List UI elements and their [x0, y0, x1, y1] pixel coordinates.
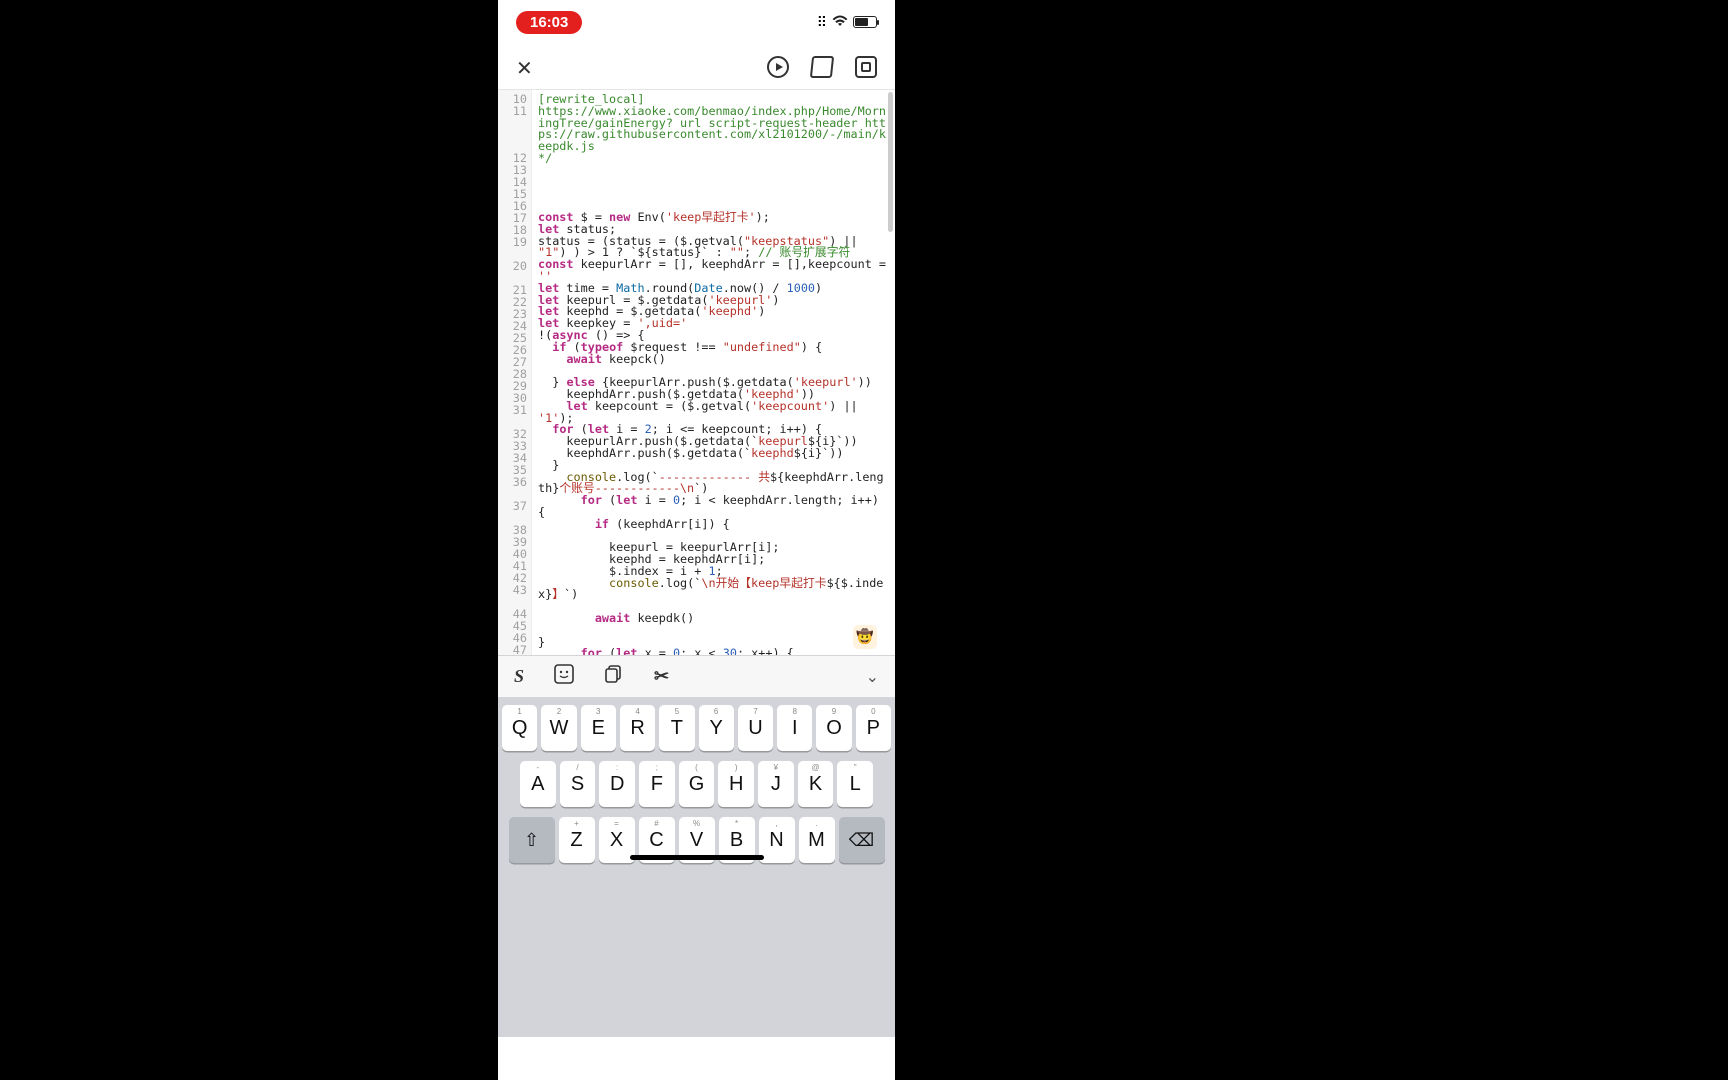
- format-icon[interactable]: [855, 56, 877, 78]
- key-a[interactable]: -A: [520, 761, 556, 807]
- key-j[interactable]: ¥J: [758, 761, 794, 807]
- code-line[interactable]: [538, 625, 889, 637]
- code-line[interactable]: https://www.xiaoke.com/benmao/index.php/…: [538, 106, 889, 153]
- key-h[interactable]: )H: [718, 761, 754, 807]
- code-line[interactable]: for (let i = 0; i < keephdArr.length; i+…: [538, 495, 889, 519]
- line-number: 11: [498, 106, 527, 153]
- line-number: 47: [498, 645, 527, 655]
- input-method-icon[interactable]: S: [514, 666, 524, 687]
- cellular-icon: ⠿: [817, 14, 827, 31]
- clock-pill: 16:03: [516, 11, 582, 34]
- backspace-icon: [849, 829, 874, 852]
- code-line[interactable]: for (let x = 0; x < 30; x++) {: [538, 648, 889, 655]
- code-line[interactable]: await keepdk(): [538, 613, 889, 625]
- key-y[interactable]: 6Y: [699, 705, 734, 751]
- run-icon[interactable]: [767, 56, 789, 78]
- code-line[interactable]: await keepck(): [538, 354, 889, 366]
- home-indicator[interactable]: [630, 855, 764, 860]
- key-f[interactable]: ;F: [639, 761, 675, 807]
- emoji-picker-icon[interactable]: [554, 664, 574, 689]
- code-line[interactable]: let keepcount = ($.getval('keepcount') |…: [538, 401, 889, 425]
- key-i[interactable]: 8I: [777, 705, 812, 751]
- key-q[interactable]: 1Q: [502, 705, 537, 751]
- key-s[interactable]: /S: [560, 761, 596, 807]
- key-d[interactable]: :D: [599, 761, 635, 807]
- code-line[interactable]: [538, 165, 889, 177]
- key-o[interactable]: 9O: [816, 705, 851, 751]
- code-line[interactable]: */: [538, 153, 889, 165]
- keyboard: 1Q2W3E4R5T6Y7U8I9O0P -A/S:D;F(G)H¥J@K"L …: [498, 697, 895, 1037]
- key-k[interactable]: @K: [798, 761, 834, 807]
- line-number: 31: [498, 405, 527, 429]
- code-line[interactable]: [538, 188, 889, 200]
- battery-icon: [853, 16, 877, 28]
- editor-toolbar: [498, 44, 895, 90]
- line-number: 20: [498, 261, 527, 285]
- key-n[interactable]: ,N: [759, 817, 795, 863]
- backspace-key[interactable]: [839, 817, 885, 863]
- key-l[interactable]: "L: [837, 761, 873, 807]
- scissors-icon[interactable]: ✂: [654, 666, 669, 687]
- phone-frame: 16:03 ⠿ 10111213141516171819202122232425…: [498, 0, 895, 1080]
- shift-key[interactable]: [509, 817, 555, 863]
- line-number: 43: [498, 585, 527, 609]
- key-t[interactable]: 5T: [659, 705, 694, 751]
- code-line[interactable]: keephdArr.push($.getdata(`keephd${i}`)): [538, 448, 889, 460]
- code-line[interactable]: const keepurlArr = [], keephdArr = [],ke…: [538, 259, 889, 283]
- shift-icon: [524, 829, 539, 852]
- copy-icon[interactable]: [604, 664, 624, 689]
- status-indicators: ⠿: [817, 14, 877, 31]
- close-icon[interactable]: [516, 56, 538, 78]
- key-g[interactable]: (G: [679, 761, 715, 807]
- key-row-2: -A/S:D;F(G)H¥J@K"L: [502, 761, 891, 807]
- key-z[interactable]: +Z: [559, 817, 595, 863]
- emoji-bubble[interactable]: 🤠: [853, 625, 877, 649]
- key-r[interactable]: 4R: [620, 705, 655, 751]
- docs-icon[interactable]: [810, 56, 834, 78]
- scrollbar[interactable]: [888, 92, 893, 232]
- code-line[interactable]: console.log(`------------- 共${keephdArr.…: [538, 472, 889, 496]
- keyboard-accessory: S ✂ ⌄: [498, 655, 895, 697]
- key-u[interactable]: 7U: [738, 705, 773, 751]
- key-e[interactable]: 3E: [581, 705, 616, 751]
- line-number: 19: [498, 237, 527, 261]
- wifi-icon: [832, 14, 848, 30]
- code-content[interactable]: [rewrite_local]https://www.xiaoke.com/be…: [532, 90, 895, 655]
- code-line[interactable]: [538, 177, 889, 189]
- status-bar: 16:03 ⠿: [498, 0, 895, 44]
- code-line[interactable]: console.log(`\n开始【keep早起打卡${$.index}】`): [538, 578, 889, 602]
- key-w[interactable]: 2W: [541, 705, 576, 751]
- code-line[interactable]: if (keephdArr[i]) {: [538, 519, 889, 531]
- dismiss-keyboard-icon[interactable]: ⌄: [866, 667, 879, 687]
- line-gutter: 1011121314151617181920212223242526272829…: [498, 90, 532, 655]
- key-row-1: 1Q2W3E4R5T6Y7U8I9O0P: [502, 705, 891, 751]
- code-editor[interactable]: 1011121314151617181920212223242526272829…: [498, 90, 895, 655]
- key-p[interactable]: 0P: [856, 705, 891, 751]
- key-m[interactable]: .M: [799, 817, 835, 863]
- line-number: 36: [498, 477, 527, 501]
- code-line[interactable]: status = (status = ($.getval("keepstatus…: [538, 236, 889, 260]
- line-number: 37: [498, 501, 527, 525]
